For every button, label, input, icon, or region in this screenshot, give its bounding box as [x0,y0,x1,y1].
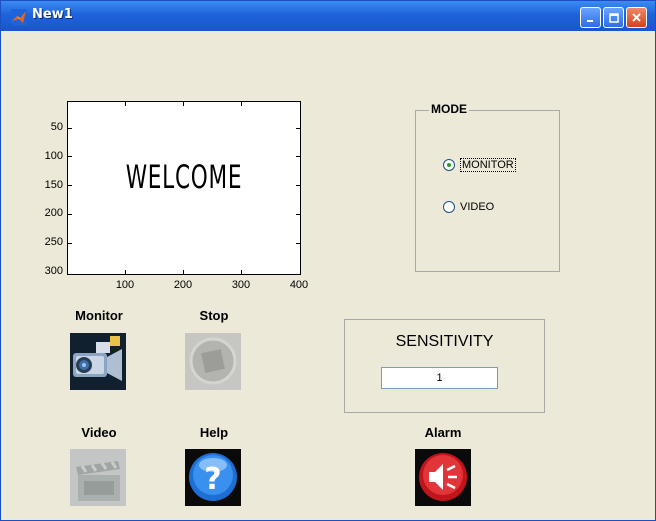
mode-button-group [415,110,560,272]
figure-canvas: WELCOME 50 100 150 200 250 300 100 200 3… [1,31,655,520]
y-tick [68,156,72,157]
y-tick [68,214,72,215]
x-tick [241,270,242,274]
sensitivity-input[interactable]: 1 [381,367,498,389]
radio-video-label: VIDEO [460,201,495,213]
y-tick-label: 200 [44,207,63,219]
mode-panel-title: MODE [429,102,469,116]
clapperboard-icon [76,461,120,501]
application-window: New1 WELCOME 50 100 150 200 250 300 100 … [0,0,656,521]
radio-monitor[interactable]: MONITOR [443,158,516,172]
radio-video[interactable]: VIDEO [443,201,494,213]
stop-button[interactable] [185,333,241,390]
minimize-button[interactable] [580,7,601,28]
window-title: New1 [32,7,73,22]
y-tick [68,185,72,186]
minimize-icon [586,19,593,22]
maximize-button[interactable] [603,7,624,28]
x-tick-label: 300 [231,279,251,291]
display-axes: WELCOME [67,101,301,275]
x-tick [125,102,126,106]
y-tick [68,243,72,244]
video-label: Video [81,425,117,440]
stop-icon [189,337,237,385]
video-button[interactable] [70,449,126,506]
close-icon [632,13,641,22]
y-tick [296,185,300,186]
x-tick [183,102,184,106]
svg-text:?: ? [204,462,221,497]
maximize-icon [608,12,619,23]
speaker-icon [419,453,467,501]
y-tick-label: 100 [44,150,63,162]
radio-unselected-icon[interactable] [443,201,455,213]
help-button[interactable]: ? [185,449,241,506]
monitor-button[interactable] [70,333,126,390]
welcome-text: WELCOME [125,158,243,196]
radio-monitor-label: MONITOR [460,158,516,172]
close-button[interactable] [626,7,647,28]
x-tick-label: 400 [289,279,309,291]
monitor-label: Monitor [75,308,123,323]
alarm-button[interactable] [415,449,471,506]
sensitivity-title: SENSITIVITY [395,333,494,350]
radio-selected-icon[interactable] [443,159,455,171]
question-mark-icon: ? [189,453,237,501]
matlab-logo-icon [11,9,27,25]
y-tick [296,156,300,157]
x-tick-label: 100 [115,279,135,291]
y-tick-label: 250 [44,236,63,248]
x-tick [241,102,242,106]
x-tick-label: 200 [173,279,193,291]
y-tick-label: 300 [44,265,63,277]
alarm-label: Alarm [424,425,462,440]
y-tick [296,128,300,129]
stop-label: Stop [199,308,229,323]
y-tick [296,214,300,215]
title-bar[interactable]: New1 [1,1,655,31]
y-tick [296,243,300,244]
help-label: Help [199,425,229,440]
y-tick-label: 50 [50,121,63,133]
x-tick [183,270,184,274]
video-camera-icon [70,333,126,390]
x-tick [125,270,126,274]
y-tick [68,128,72,129]
y-tick-label: 150 [44,179,63,191]
